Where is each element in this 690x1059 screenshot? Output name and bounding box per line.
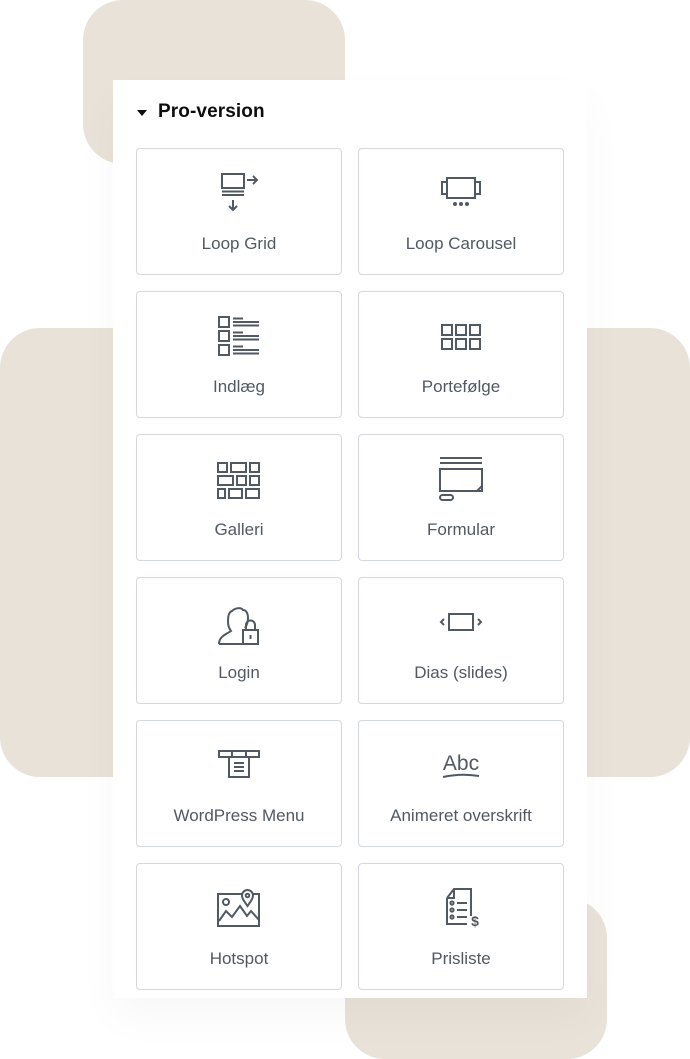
widget-label: Dias (slides) <box>414 663 508 682</box>
widget-hotspot[interactable]: Hotspot <box>136 863 342 990</box>
svg-text:$: $ <box>471 913 479 929</box>
gallery-icon <box>137 457 341 503</box>
widget-label: Loop Grid <box>201 234 277 253</box>
caret-down-icon <box>137 109 147 116</box>
widget-loop-carousel[interactable]: Loop Carousel <box>358 148 564 275</box>
widget-portfolio[interactable]: Portefølge <box>358 291 564 418</box>
widget-label: Galleri <box>214 520 264 539</box>
widget-price-list[interactable]: $ Prisliste <box>358 863 564 990</box>
widget-label: Animeret overskrift <box>390 806 532 825</box>
widget-panel: Pro-version Loop Grid Loop Carousel Indl… <box>113 80 587 998</box>
section-toggle-pro[interactable]: Pro-version <box>137 100 265 124</box>
widget-grid: Loop Grid Loop Carousel Indlæg Portefølg… <box>136 148 564 990</box>
widget-loop-grid[interactable]: Loop Grid <box>136 148 342 275</box>
hotspot-icon <box>137 886 341 932</box>
widget-label: Indlæg <box>213 377 265 396</box>
widget-label: Portefølge <box>421 377 501 396</box>
loop-carousel-icon <box>359 171 563 217</box>
widget-animated-headline[interactable]: Abc Animeret overskrift <box>358 720 564 847</box>
widget-form[interactable]: Formular <box>358 434 564 561</box>
slides-icon <box>359 600 563 646</box>
nav-menu-icon <box>137 743 341 789</box>
widget-label: Prisliste <box>431 949 491 968</box>
loop-grid-icon <box>137 171 341 217</box>
widget-label: WordPress Menu <box>173 806 305 825</box>
form-icon <box>359 457 563 503</box>
portfolio-icon <box>359 314 563 360</box>
price-list-icon: $ <box>359 886 563 932</box>
login-icon <box>137 600 341 646</box>
posts-icon <box>137 314 341 360</box>
section-title: Pro-version <box>158 101 265 122</box>
widget-posts[interactable]: Indlæg <box>136 291 342 418</box>
widget-label: Formular <box>426 520 495 539</box>
widget-slides[interactable]: Dias (slides) <box>358 577 564 704</box>
widget-login[interactable]: Login <box>136 577 342 704</box>
widget-nav-menu[interactable]: WordPress Menu <box>136 720 342 847</box>
widget-gallery[interactable]: Galleri <box>136 434 342 561</box>
widget-label: Hotspot <box>209 949 269 968</box>
widget-label: Loop Carousel <box>405 234 517 253</box>
animated-headline-icon: Abc <box>359 743 563 789</box>
svg-text:Abc: Abc <box>443 752 479 775</box>
widget-label: Login <box>218 663 260 682</box>
